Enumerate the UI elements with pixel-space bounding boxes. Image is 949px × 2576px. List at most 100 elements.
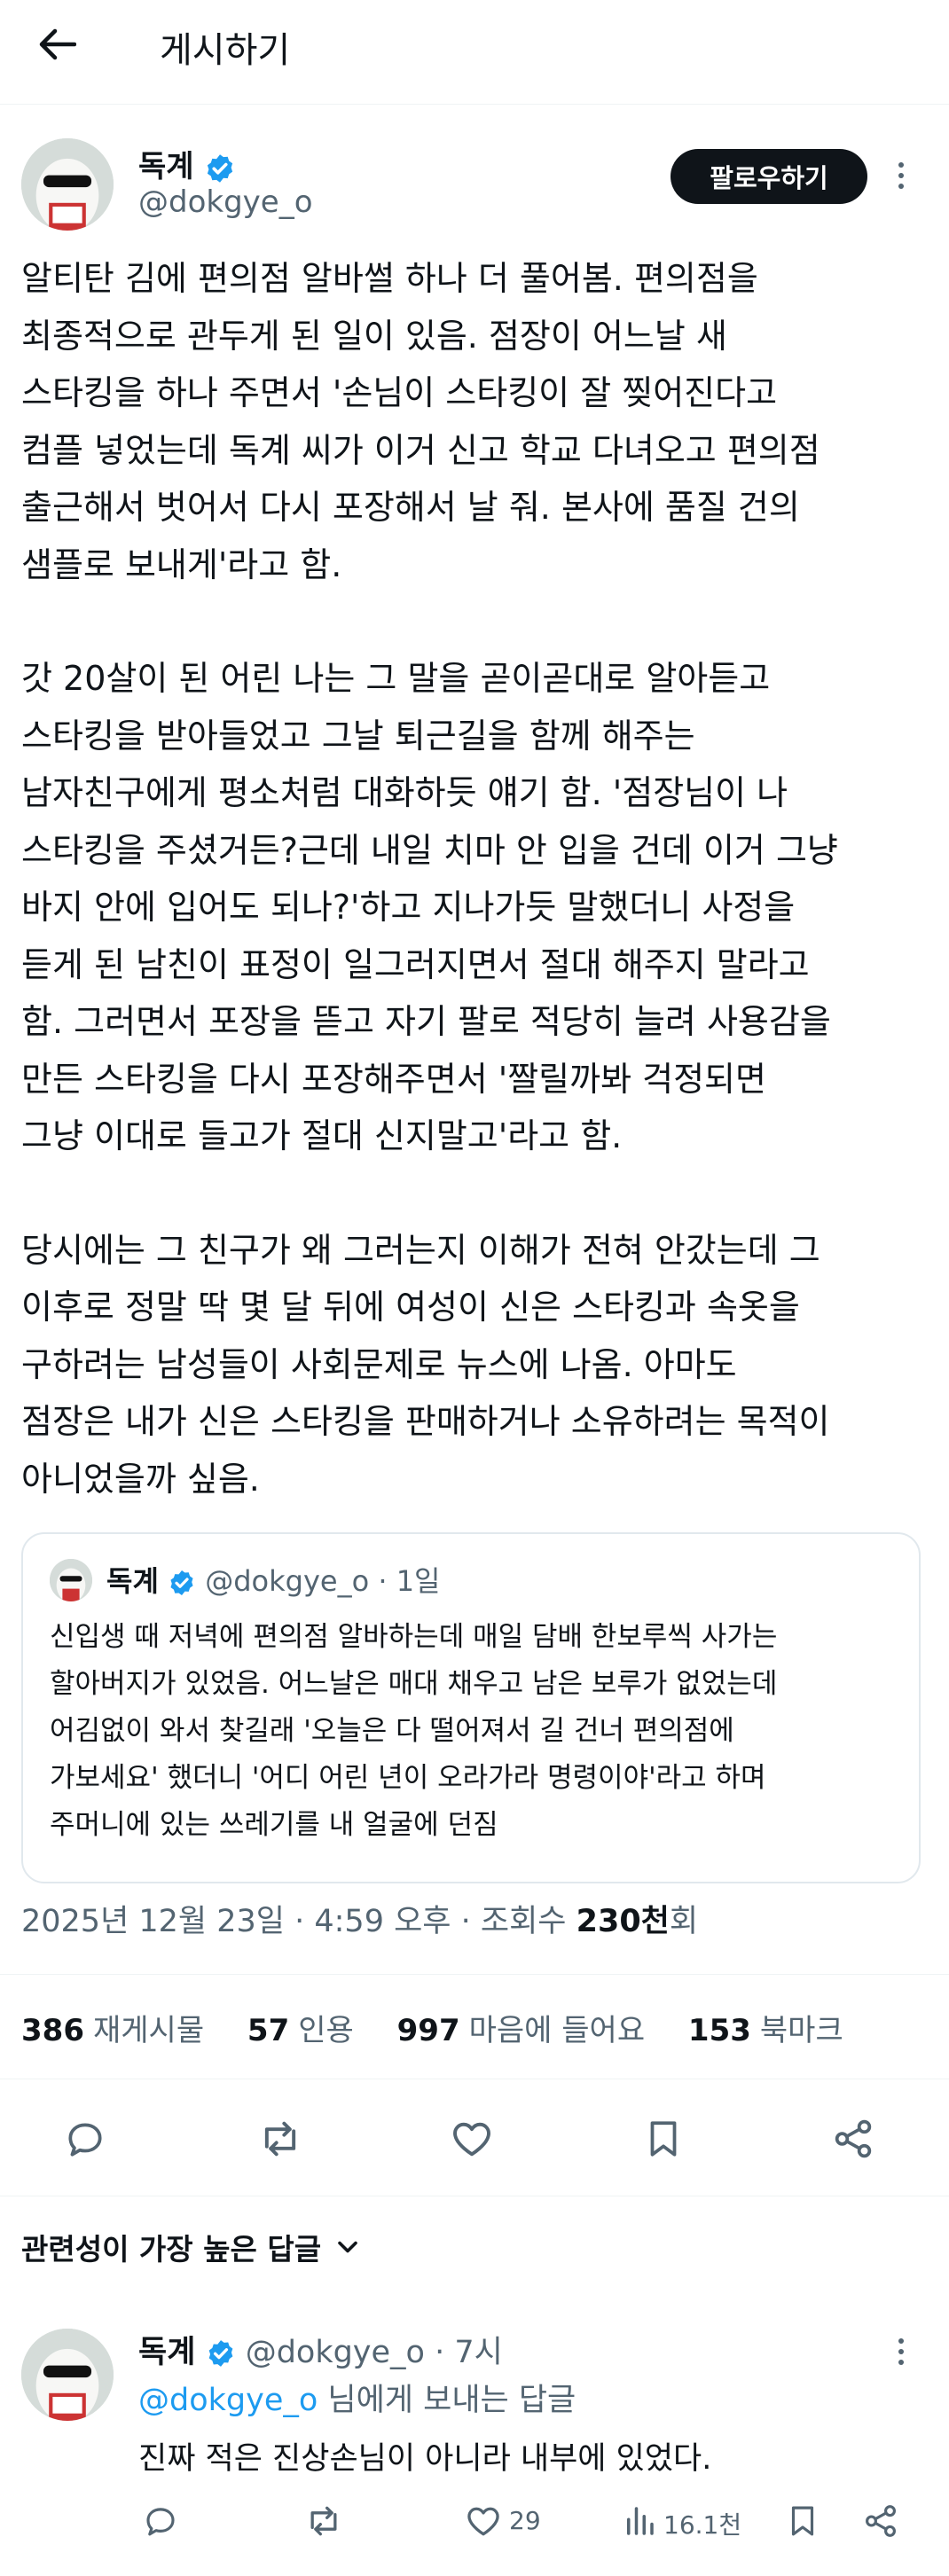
quote-author-name: 독계 — [106, 1564, 159, 1598]
text-line: 남자친구에게 평소처럼 대화하듯 얘기 함. '점장님이 나 — [21, 773, 788, 812]
share-icon — [835, 2119, 872, 2158]
verified-badge-icon — [208, 2340, 232, 2367]
back-button[interactable] — [32, 20, 82, 69]
replying-to-mention[interactable]: @dokgye_o — [138, 2383, 318, 2418]
reply-more-options-icon[interactable] — [892, 2334, 910, 2369]
repost-icon — [264, 2121, 296, 2157]
reposts-count: 386 — [21, 2013, 84, 2048]
bookmarks-count: 153 — [687, 2013, 751, 2048]
top-bar: 게시하기 — [0, 0, 949, 105]
reply-time: · 7시 — [435, 2335, 503, 2370]
reply-bookmark-button[interactable] — [780, 2499, 825, 2543]
repost-icon — [310, 2506, 337, 2536]
text-line: 바지 안에 입어도 되나?'하고 지나가듯 말했더니 사정을 — [21, 888, 796, 927]
quote-author-row: 독계 @dokgye_o · 1일 — [106, 1559, 441, 1600]
author-handle[interactable]: @dokgye_o — [138, 184, 313, 220]
text-line: 컴플 넣었는데 독계 씨가 이거 신고 학교 다녀오고 편의점 — [21, 430, 820, 470]
text-line: 가보세요' 했더니 '어디 어린 년이 오라가라 명령이야'라고 하며 — [50, 1762, 766, 1794]
post-meta: 2025년 12월 23일 · 4:59 오후 · 조회수 230천회 — [21, 1896, 698, 1941]
tweet-text: 알티탄 김에 편의점 알바썰 하나 더 풀어봄. 편의점을 최종적으로 관두게 … — [21, 250, 926, 1507]
bookmark-button[interactable] — [637, 2112, 690, 2165]
quote-author-handle: @dokgye_o — [205, 1564, 370, 1598]
quotes-stat[interactable]: 57 인용 — [247, 2013, 354, 2048]
text-line: 어김없이 와서 찾길래 '오늘은 다 떨어져서 길 건너 편의점에 — [50, 1715, 734, 1747]
author-name: 독계 — [138, 149, 194, 184]
reply-author-handle: @dokgye_o — [245, 2335, 425, 2370]
text-line: 이후로 정말 딱 몇 달 뒤에 여성이 신은 스타킹과 속옷을 — [21, 1288, 800, 1327]
replies-sort-label: 관련성이 가장 높은 답글 — [21, 2232, 322, 2267]
heart-icon — [467, 2507, 499, 2536]
back-arrow-icon — [39, 28, 76, 60]
reply-views-button[interactable] — [617, 2499, 662, 2543]
avatar-image — [21, 138, 114, 231]
text-line: 만든 스타킹을 다시 포장해주면서 '짤릴까봐 걱정되면 — [21, 1059, 766, 1099]
reply-icon — [146, 2508, 175, 2536]
avatar[interactable] — [21, 138, 114, 231]
likes-count: 997 — [396, 2013, 460, 2048]
text-line: 스타킹을 받아들었고 그날 퇴근길을 함께 해주는 — [21, 716, 695, 756]
reply-repost-button[interactable] — [302, 2499, 346, 2543]
reply-like-button[interactable] — [461, 2499, 506, 2543]
bookmark-icon — [650, 2121, 677, 2157]
tweet-paragraph: 알티탄 김에 편의점 알바썰 하나 더 풀어봄. 편의점을 최종적으로 관두게 … — [21, 250, 926, 593]
reposts-stat[interactable]: 386 재게시물 — [21, 2013, 204, 2048]
follow-button[interactable]: 팔로우하기 — [671, 149, 867, 204]
reply-button[interactable] — [59, 2112, 112, 2165]
reply-text: 진짜 적은 진상손님이 아니라 내부에 있었다. — [138, 2441, 712, 2477]
avatar-image — [50, 1559, 92, 1601]
avatar-image — [21, 2329, 114, 2421]
repost-button[interactable] — [254, 2112, 307, 2165]
replies-sort-dropdown[interactable]: 관련성이 가장 높은 답글 — [21, 2226, 364, 2268]
bookmarks-stat[interactable]: 153 북마크 — [688, 2013, 843, 2048]
reply-icon — [68, 2123, 102, 2157]
tweet-paragraph: 당시에는 그 친구가 왜 그러는지 이해가 전혀 안갔는데 그 이후로 정말 딱… — [21, 1222, 926, 1508]
bookmarks-label: 북마크 — [759, 2013, 843, 2048]
quote-avatar — [50, 1559, 92, 1601]
text-line: 구하려는 남성들이 사회문제로 뉴스에 나옴. 아마도 — [21, 1344, 737, 1384]
quote-text: 신입생 때 저녁에 편의점 알바하는데 매일 담배 한보루씩 사가는 할아버지가… — [50, 1614, 901, 1849]
verified-badge-icon — [208, 153, 233, 183]
chevron-down-icon — [338, 2241, 357, 2253]
reply-view-count: 16.1천 — [663, 2510, 742, 2540]
text-line: 당시에는 그 친구가 왜 그러는지 이해가 전혀 안갔는데 그 — [21, 1230, 820, 1270]
view-count[interactable]: 230천 — [576, 1904, 670, 1939]
quoted-tweet[interactable]: 독계 @dokgye_o · 1일 신입생 때 저녁에 편의점 알바하는데 매일… — [21, 1532, 921, 1883]
text-line: 스타킹을 주셨거든?근데 내일 치마 안 입을 건데 이거 그냥 — [21, 830, 838, 870]
text-line: 스타킹을 하나 주면서 '손님이 스타킹이 잘 찢어진다고 — [21, 373, 778, 412]
post-date: 2025년 12월 23일 · 4:59 오후 · 조회수 — [21, 1904, 576, 1939]
divider — [0, 1974, 949, 1975]
text-line: 신입생 때 저녁에 편의점 알바하는데 매일 담배 한보루씩 사가는 — [50, 1621, 778, 1653]
text-line: 출근해서 벗어서 다시 포장해서 날 줘. 본사에 품질 건의 — [21, 488, 800, 527]
text-line: 함. 그러면서 포장을 뜯고 자기 팔로 적당히 늘려 사용감을 — [21, 1002, 831, 1041]
more-options-icon[interactable] — [892, 158, 910, 193]
text-line: 아니었을까 싶음. — [21, 1459, 260, 1499]
text-line: 듣게 된 남친이 표정이 일그러지면서 절대 해주지 말라고 — [21, 944, 810, 984]
reply-author-row[interactable]: 독계 @dokgye_o · 7시 — [138, 2327, 503, 2372]
likes-label: 마음에 들어요 — [468, 2013, 646, 2048]
share-button[interactable] — [827, 2112, 880, 2165]
reply-author-name: 독계 — [138, 2335, 196, 2370]
like-button[interactable] — [445, 2112, 498, 2165]
quotes-label: 인용 — [298, 2013, 354, 2048]
author-name-row[interactable]: 독계 — [138, 142, 236, 185]
engagement-stats: 386 재게시물 57 인용 997 마음에 들어요 153 북마크 — [21, 2006, 877, 2049]
text-line: 할아버지가 있었음. 어느날은 매대 채우고 남은 보루가 없었는데 — [50, 1668, 778, 1700]
bookmark-icon — [791, 2506, 814, 2536]
replying-to: @dokgye_o 님에게 보내는 답글 — [138, 2375, 576, 2420]
verified-badge-icon — [170, 1570, 193, 1595]
likes-stat[interactable]: 997 마음에 들어요 — [397, 2013, 645, 2048]
text-line: 그냥 이대로 들고가 절대 신지말고'라고 함. — [21, 1116, 623, 1155]
text-line: 주머니에 있는 쓰레기를 내 얼굴에 던짐 — [50, 1809, 498, 1841]
text-line: 갓 20살이 된 어린 나는 그 말을 곧이곧대로 알아듣고 — [21, 659, 771, 698]
replying-to-suffix: 님에게 보내는 답글 — [318, 2383, 576, 2418]
text-line: 샘플로 보내게'라고 함. — [21, 544, 342, 584]
reply-reply-button[interactable] — [138, 2499, 183, 2543]
text-line: 점장은 내가 신은 스타킹을 판매하거나 소유하려는 목적이 — [21, 1402, 830, 1441]
text-line: 최종적으로 관두게 된 일이 있음. 점장이 어느날 새 — [21, 316, 727, 356]
reply-share-button[interactable] — [859, 2499, 903, 2543]
reply-avatar[interactable] — [21, 2329, 114, 2421]
reposts-label: 재게시물 — [92, 2013, 205, 2048]
page-title: 게시하기 — [160, 30, 291, 71]
quotes-count: 57 — [247, 2013, 290, 2048]
reply-like-count: 29 — [509, 2506, 541, 2535]
